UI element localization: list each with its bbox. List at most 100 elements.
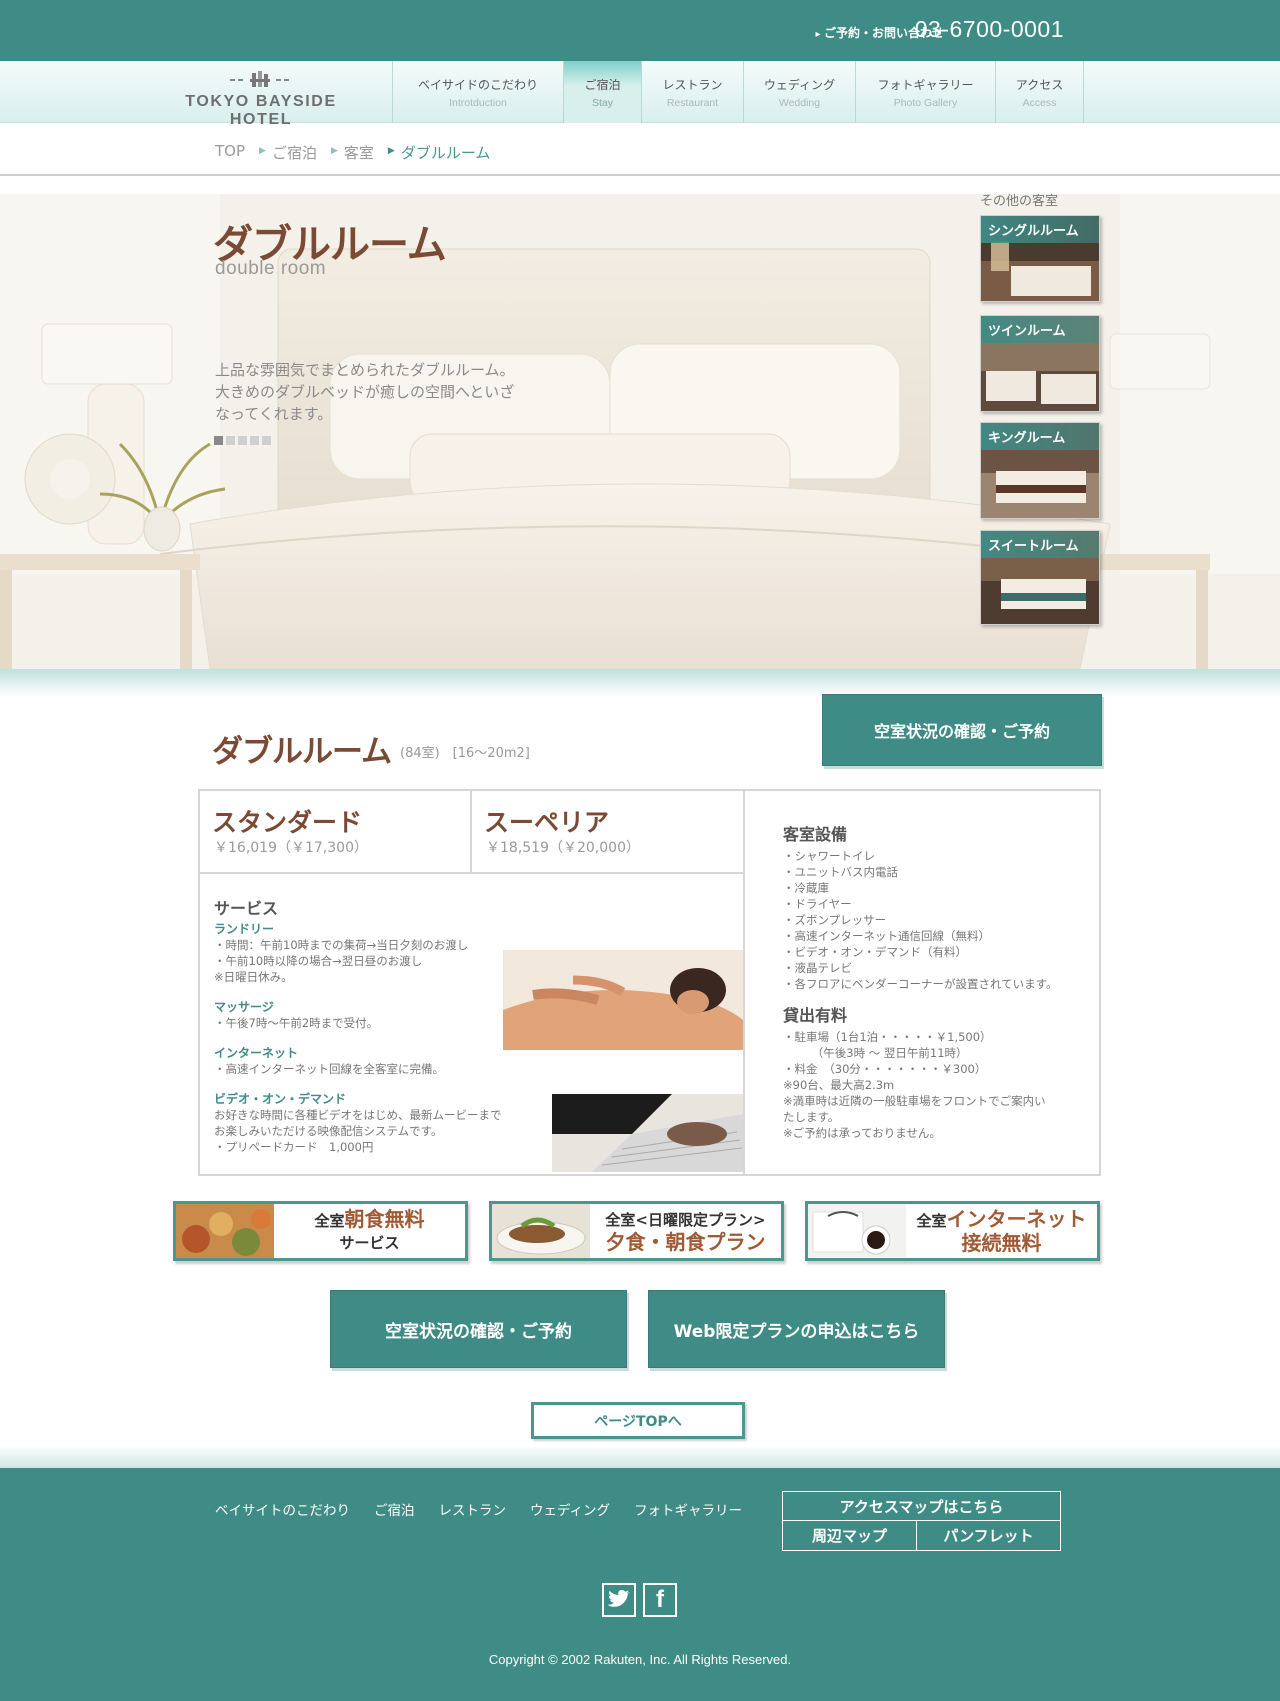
logo-text: TOKYO BAYSIDE HOTEL bbox=[185, 93, 337, 128]
footer-link-wedding[interactable]: ウェディング bbox=[530, 1499, 610, 1519]
pamphlet-link[interactable]: パンフレット bbox=[917, 1521, 1060, 1550]
hero-description-line: 大きめのダブルベッドが癒しの空間へといざ bbox=[215, 383, 515, 401]
access-map-link[interactable]: アクセスマップはこちら bbox=[783, 1492, 1060, 1521]
room-thumb-label: ツインルーム bbox=[981, 316, 1099, 343]
banner-big-text: インターネット bbox=[946, 1207, 1087, 1231]
banner-dinner-breakfast-plan[interactable]: 全室<日曜限定プラン> 夕食・朝食プラン bbox=[489, 1201, 784, 1261]
breadcrumb-top[interactable]: TOP bbox=[215, 142, 245, 162]
facebook-icon[interactable]: f bbox=[643, 1583, 677, 1617]
nav-label-en: Introtduction bbox=[449, 96, 507, 109]
nav-label-en: Wedding bbox=[778, 96, 821, 109]
laptop-photo bbox=[552, 1094, 743, 1172]
banner-text: 全室インターネット 接続無料 bbox=[906, 1204, 1097, 1258]
room-title: ダブルルーム bbox=[212, 734, 392, 770]
column-divider bbox=[743, 791, 745, 1176]
rental-line: たします。 bbox=[783, 1110, 840, 1124]
slide-dot[interactable] bbox=[226, 436, 235, 445]
room-thumb-label: キングルーム bbox=[981, 423, 1099, 450]
room-thumb-single[interactable]: シングルルーム bbox=[980, 215, 1100, 302]
nav-item-introduction[interactable]: ベイサイドのこだわり Introtduction bbox=[392, 61, 563, 123]
slide-dot[interactable] bbox=[214, 436, 223, 445]
room-thumb-label: シングルルーム bbox=[981, 216, 1099, 243]
banner-text: 全室<日曜限定プラン> 夕食・朝食プラン bbox=[590, 1204, 781, 1258]
nav-item-photo-gallery[interactable]: フォトギャラリー Photo Gallery bbox=[855, 61, 995, 123]
slide-dot[interactable] bbox=[262, 436, 271, 445]
hero-description-line: 上品な雰囲気でまとめられたダブルルーム。 bbox=[215, 361, 515, 379]
amenity-line: ・冷蔵庫 bbox=[783, 881, 829, 895]
nav-item-stay[interactable]: ご宿泊 Stay bbox=[563, 61, 641, 123]
reserve-button[interactable]: 空室状況の確認・ご予約 bbox=[822, 694, 1102, 766]
facebook-f-icon: f bbox=[656, 1586, 664, 1613]
banner-free-breakfast[interactable]: 全室朝食無料 サービス bbox=[173, 1201, 468, 1261]
twitter-icon[interactable] bbox=[602, 1583, 636, 1617]
footer-links: ベイサイトのこだわり ご宿泊 レストラン ウェディング フォトギャラリー bbox=[215, 1499, 766, 1519]
room-thumb-suite[interactable]: スイートルーム bbox=[980, 530, 1100, 625]
amenities-heading: 客室設備 bbox=[783, 825, 848, 844]
plan-superior: スーペリア ￥18,519（￥20,000） bbox=[472, 791, 743, 874]
room-details-box: スタンダード ￥16,019（￥17,300） スーペリア ￥18,519（￥2… bbox=[198, 789, 1101, 1176]
breadcrumb-stay[interactable]: ご宿泊 bbox=[272, 142, 317, 162]
banner-free-internet[interactable]: 全室インターネット 接続無料 bbox=[805, 1201, 1100, 1261]
service-line: ・高速インターネット回線を全客室に完備。 bbox=[214, 1062, 444, 1076]
breadcrumb-divider bbox=[0, 174, 1280, 176]
reserve-button-bottom[interactable]: 空室状況の確認・ご予約 bbox=[330, 1290, 627, 1368]
nav-item-wedding[interactable]: ウェディング Wedding bbox=[743, 61, 855, 123]
area-map-link[interactable]: 周辺マップ bbox=[783, 1521, 917, 1550]
room-thumb-king[interactable]: キングルーム bbox=[980, 422, 1100, 519]
footer-link-stay[interactable]: ご宿泊 bbox=[374, 1499, 415, 1519]
banner-line2: サービス bbox=[339, 1234, 400, 1252]
nav-label-ja: ウェディング bbox=[763, 77, 836, 92]
dinner-image bbox=[492, 1204, 590, 1258]
amenities-section: 客室設備 ・シャワートイレ ・ユニットバス内電話 ・冷蔵庫 ・ドライヤー ・ズボ… bbox=[783, 821, 1093, 1141]
web-plan-button[interactable]: Web限定プランの申込はこちら bbox=[648, 1290, 945, 1368]
plan-name: スタンダード bbox=[212, 808, 363, 837]
amenity-line: ・高速インターネット通信回線（無料） bbox=[783, 929, 990, 943]
banner-big-text: 朝食無料 bbox=[344, 1207, 425, 1231]
chevron-right-icon: ▶ bbox=[259, 146, 266, 156]
rental-line: ※ご予約は承っておりません。 bbox=[783, 1126, 941, 1140]
plan-standard: スタンダード ￥16,019（￥17,300） bbox=[200, 791, 472, 874]
amenity-line: ・液晶テレビ bbox=[783, 961, 852, 975]
banner-big-text: 夕食・朝食プラン bbox=[605, 1230, 766, 1254]
slide-indicators bbox=[214, 436, 274, 445]
nav-label-ja: レストラン bbox=[662, 77, 723, 92]
main-nav: TOKYO BAYSIDE HOTEL ベイサイドのこだわり Introtduc… bbox=[0, 61, 1280, 128]
hero-subtitle: double room bbox=[215, 258, 327, 279]
footer: ベイサイトのこだわり ご宿泊 レストラン ウェディング フォトギャラリー アクセ… bbox=[0, 1468, 1280, 1701]
phone-number[interactable]: 03-6700-0001 bbox=[915, 16, 1064, 43]
amenity-line: ・ユニットバス内電話 bbox=[783, 865, 898, 879]
access-box: アクセスマップはこちら 周辺マップ パンフレット bbox=[782, 1491, 1061, 1551]
rental-heading: 貸出有料 bbox=[783, 1006, 848, 1025]
breadcrumb-rooms[interactable]: 客室 bbox=[344, 142, 374, 162]
service-title: ランドリー bbox=[214, 922, 275, 936]
hero-bottom-band bbox=[0, 669, 1280, 697]
banner-line2: 接続無料 bbox=[961, 1231, 1042, 1255]
nav-label-ja: ベイサイドのこだわり bbox=[417, 77, 538, 92]
footer-link-restaurant[interactable]: レストラン bbox=[439, 1499, 507, 1519]
nav-item-restaurant[interactable]: レストラン Restaurant bbox=[641, 61, 743, 123]
nav-label-en: Photo Gallery bbox=[893, 96, 958, 109]
massage-photo bbox=[503, 950, 743, 1050]
nav-label-ja: ご宿泊 bbox=[584, 77, 621, 92]
nav-items: ベイサイドのこだわり Introtduction ご宿泊 Stay レストラン … bbox=[392, 61, 1084, 123]
nav-label-en: Access bbox=[1022, 96, 1057, 109]
hero-description: 上品な雰囲気でまとめられたダブルルーム。 大きめのダブルベッドが癒しの空間へとい… bbox=[215, 359, 555, 425]
hotel-logo[interactable]: TOKYO BAYSIDE HOTEL bbox=[154, 69, 368, 128]
footer-band bbox=[0, 1446, 1280, 1468]
nav-item-access[interactable]: アクセス Access bbox=[995, 61, 1084, 123]
footer-link-photo-gallery[interactable]: フォトギャラリー bbox=[634, 1499, 742, 1519]
room-thumb-twin[interactable]: ツインルーム bbox=[980, 315, 1100, 412]
room-thumb-label: スイートルーム bbox=[981, 531, 1099, 558]
footer-link-introduction[interactable]: ベイサイトのこだわり bbox=[215, 1499, 350, 1519]
rental-line: ・駐車場（1台1泊・・・・・￥1,500） bbox=[783, 1030, 992, 1044]
rental-line: ・料金 （30分・・・・・・・￥300） bbox=[783, 1062, 987, 1076]
plan-price: ￥16,019（￥17,300） bbox=[214, 840, 368, 856]
nav-label-ja: フォトギャラリー bbox=[877, 77, 974, 92]
rental-line: ※満車時は近隣の一般駐車場をフロントでご案内い bbox=[783, 1094, 1046, 1108]
banner-small-text: 全室 bbox=[314, 1212, 345, 1230]
amenity-line: ・ズボンプレッサー bbox=[783, 913, 887, 927]
logo-mark-icon bbox=[230, 71, 289, 87]
slide-dot[interactable] bbox=[238, 436, 247, 445]
slide-dot[interactable] bbox=[250, 436, 259, 445]
page-top-button[interactable]: ページTOPへ bbox=[531, 1402, 745, 1439]
